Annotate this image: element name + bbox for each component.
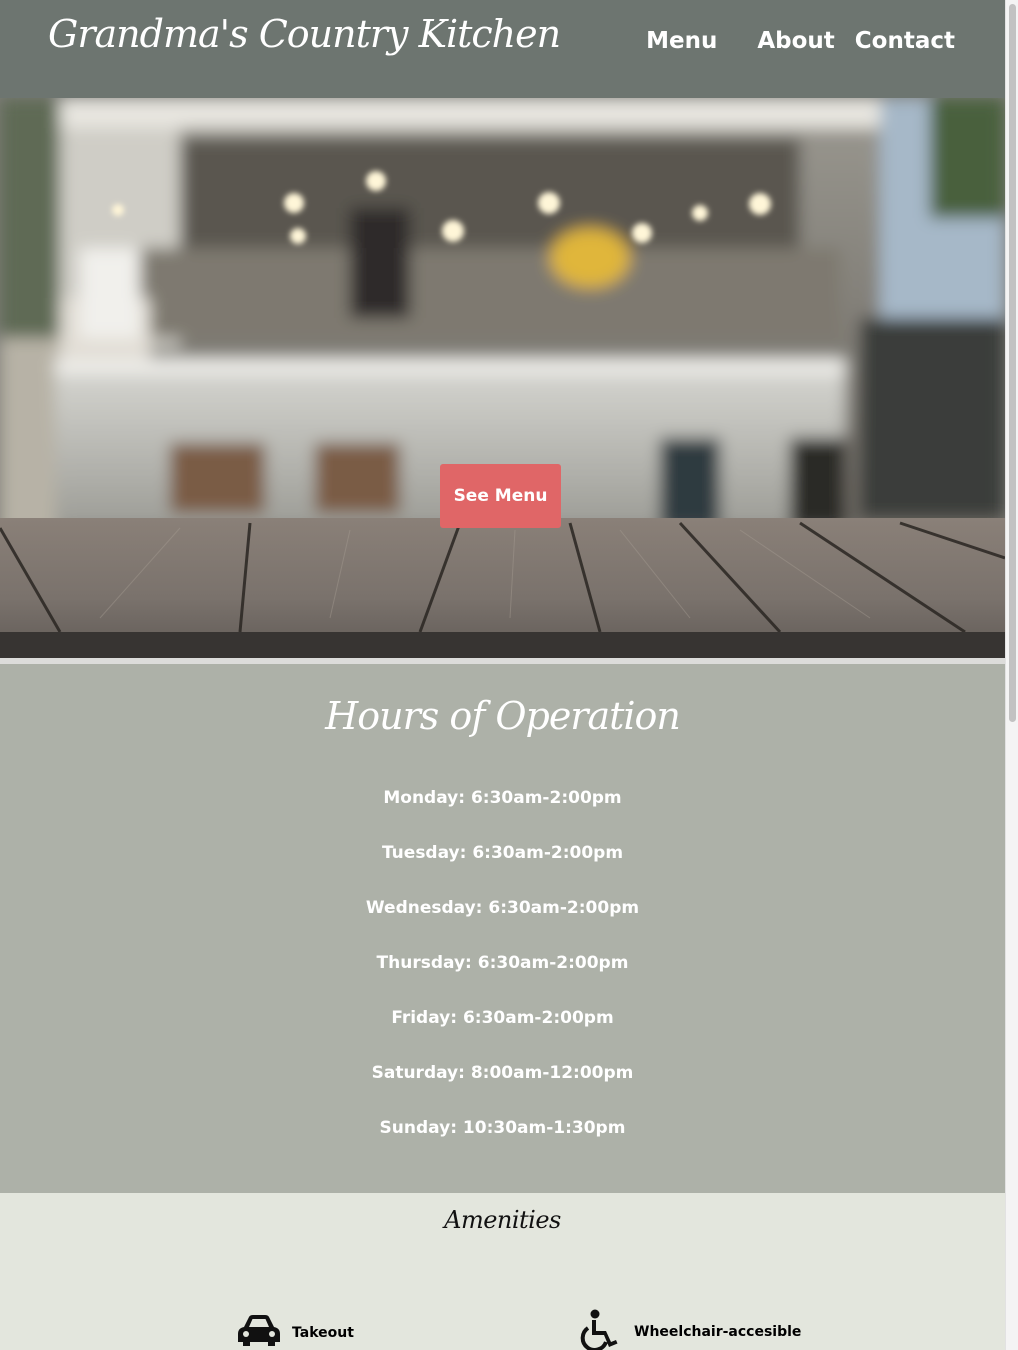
hours-section: Hours of Operation Monday: 6:30am-2:00pm…	[0, 664, 1005, 1193]
car-icon	[236, 1313, 282, 1350]
amenities-title: Amenities	[444, 1206, 561, 1234]
hours-title: Hours of Operation	[325, 694, 681, 738]
site-header: Grandma's Country Kitchen Menu About Con…	[0, 0, 1005, 98]
main-nav: Menu About Contact	[626, 28, 955, 54]
hours-wednesday: Wednesday: 6:30am-2:00pm	[365, 898, 640, 918]
hours-list: Monday: 6:30am-2:00pm Tuesday: 6:30am-2:…	[0, 788, 1005, 1173]
amenities-section: Amenities Takeout Wheelchair-accesible	[0, 1193, 1005, 1350]
scrollbar-thumb[interactable]	[1009, 4, 1016, 722]
hero-banner: See Menu	[0, 98, 1005, 664]
hours-saturday: Saturday: 8:00am-12:00pm	[371, 1063, 634, 1083]
nav-link-about[interactable]: About	[757, 28, 834, 54]
hours-friday: Friday: 6:30am-2:00pm	[391, 1008, 614, 1028]
hero-background-image	[0, 98, 1005, 664]
hours-sunday: Sunday: 10:30am-1:30pm	[379, 1118, 626, 1138]
hours-tuesday: Tuesday: 6:30am-2:00pm	[381, 843, 624, 863]
amenity-wheelchair-label: Wheelchair-accesible	[634, 1324, 802, 1340]
nav-link-contact[interactable]: Contact	[855, 28, 955, 54]
hours-monday: Monday: 6:30am-2:00pm	[383, 788, 622, 808]
hours-thursday: Thursday: 6:30am-2:00pm	[376, 953, 629, 973]
amenity-takeout-label: Takeout	[292, 1325, 354, 1341]
site-logo-title[interactable]: Grandma's Country Kitchen	[48, 12, 561, 56]
see-menu-button[interactable]: See Menu	[440, 464, 561, 528]
wheelchair-icon	[578, 1309, 624, 1350]
page-scrollbar[interactable]	[1005, 0, 1018, 1350]
page: Grandma's Country Kitchen Menu About Con…	[0, 0, 1005, 1350]
amenity-takeout: Takeout	[236, 1313, 354, 1350]
nav-link-menu[interactable]: Menu	[646, 28, 717, 54]
amenity-wheelchair: Wheelchair-accesible	[578, 1309, 801, 1350]
